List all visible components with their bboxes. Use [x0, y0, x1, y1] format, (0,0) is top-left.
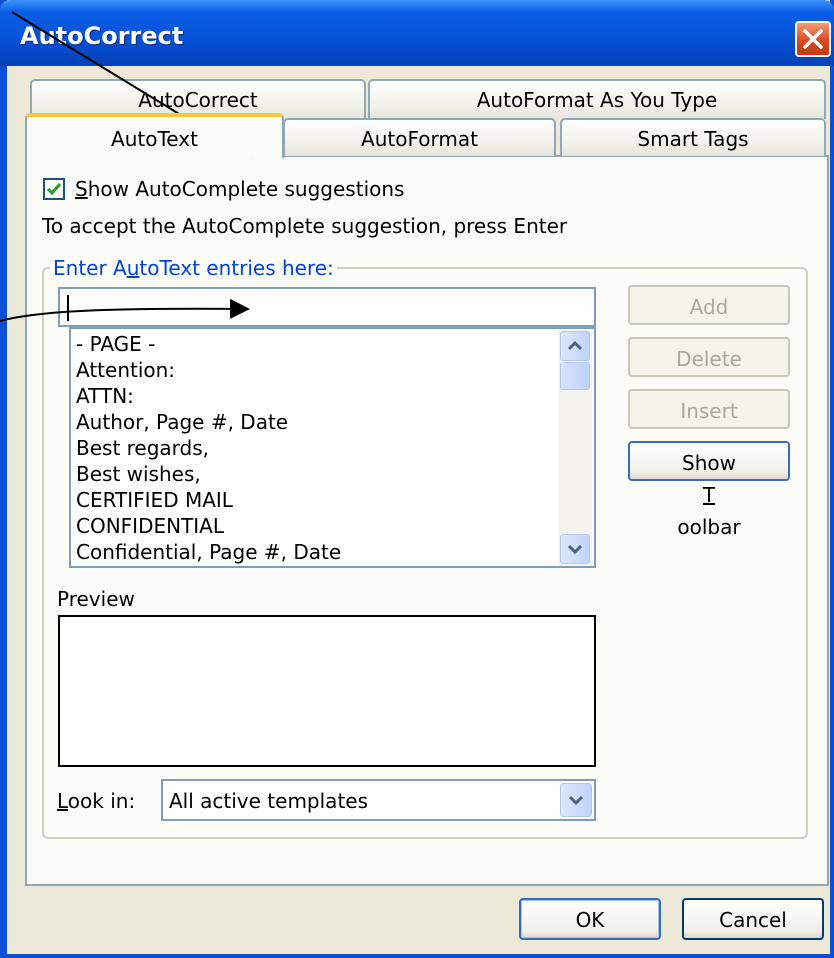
- tab-autotext-label: AutoText: [111, 127, 198, 151]
- annotation-arrow-entry-field: [0, 298, 250, 322]
- tab-autotext[interactable]: AutoText: [25, 113, 284, 158]
